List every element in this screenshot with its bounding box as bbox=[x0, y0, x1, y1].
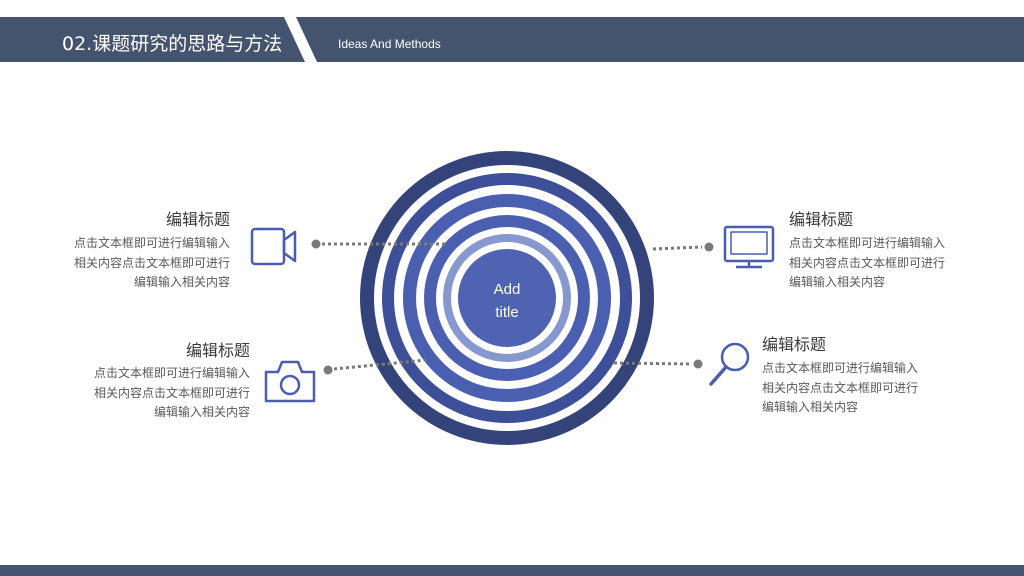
connector-top-right bbox=[652, 242, 714, 252]
block-body-top-left: 点击文本框即可进行编辑输入相关内容点击文本框即可进行编辑输入相关内容 bbox=[73, 236, 230, 289]
footer-bar bbox=[0, 565, 1024, 576]
block-body-bottom-left: 点击文本框即可进行编辑输入相关内容点击文本框即可进行编辑输入相关内容 bbox=[93, 366, 250, 419]
camera-icon bbox=[264, 360, 316, 403]
block-title-bottom-left: 编辑标题 bbox=[185, 341, 250, 360]
block-title-bottom-right: 编辑标题 bbox=[762, 335, 827, 354]
block-title-top-right: 编辑标题 bbox=[789, 210, 854, 229]
block-title-top-left: 编辑标题 bbox=[165, 210, 230, 229]
block-body-bottom-right: 点击文本框即可进行编辑输入相关内容点击文本框即可进行编辑输入相关内容 bbox=[762, 361, 919, 414]
video-camera-icon bbox=[250, 227, 297, 266]
center-title-line1: Add bbox=[493, 281, 521, 298]
block-body-top-right: 点击文本框即可进行编辑输入相关内容点击文本框即可进行编辑输入相关内容 bbox=[789, 236, 946, 289]
center-title: Add title bbox=[458, 278, 556, 324]
magnifier-icon bbox=[709, 342, 750, 386]
center-title-line2: title bbox=[495, 304, 519, 321]
monitor-icon bbox=[723, 225, 775, 269]
